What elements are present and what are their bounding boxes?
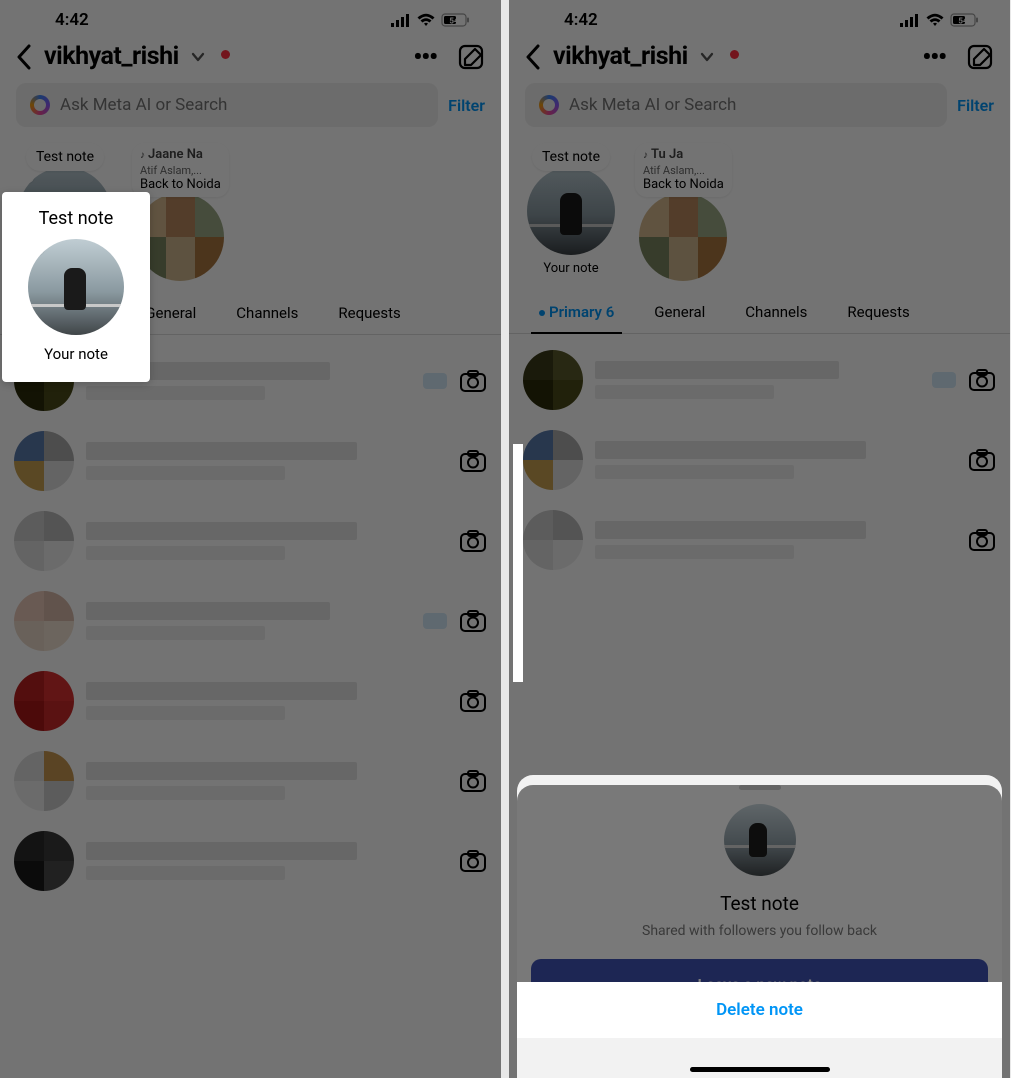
battery-icon: 54: [950, 13, 980, 27]
status-time: 4:42: [564, 10, 598, 30]
your-note-label: Your note: [543, 261, 598, 276]
delete-note-button[interactable]: Delete note: [517, 982, 1002, 1038]
your-note-bubble: Test note: [532, 143, 610, 171]
camera-icon[interactable]: [459, 609, 487, 633]
search-placeholder: Ask Meta AI or Search: [569, 95, 736, 115]
notes-row: Test note Your note ♪Tu Ja Atif Aslam,..…: [509, 139, 1010, 291]
chat-row[interactable]: [14, 501, 487, 581]
tab-requests[interactable]: Requests: [322, 294, 416, 334]
home-indicator[interactable]: [690, 1067, 830, 1072]
back-icon[interactable]: [525, 44, 541, 70]
signal-icon: [900, 13, 920, 27]
right-screen: 4:42 54 vikhyat_rishi ••• Ask Meta AI or…: [509, 0, 1010, 1078]
highlight-avatar: [28, 239, 124, 335]
sheet-grabber[interactable]: [739, 785, 781, 790]
search-row: Ask Meta AI or Search Filter: [0, 83, 501, 139]
back-icon[interactable]: [16, 44, 32, 70]
tab-primary[interactable]: Primary 6: [523, 293, 630, 333]
status-bar: 4:42 54: [0, 0, 501, 34]
notification-dot-icon: [221, 50, 230, 59]
wifi-icon: [417, 13, 435, 27]
camera-icon[interactable]: [459, 369, 487, 393]
highlight-bubble: Test note: [37, 206, 116, 231]
username-label[interactable]: vikhyat_rishi: [553, 42, 688, 71]
unread-badge: [423, 613, 447, 629]
friend-note-bubble: ♪Jaane Na Atif Aslam,... Back to Noida: [132, 143, 229, 197]
chat-row[interactable]: [14, 421, 487, 501]
username-label[interactable]: vikhyat_rishi: [44, 42, 179, 71]
camera-icon[interactable]: [968, 528, 996, 552]
chevron-down-icon[interactable]: [191, 52, 205, 62]
camera-icon[interactable]: [459, 529, 487, 553]
sheet-subtitle: Shared with followers you follow back: [517, 923, 1002, 939]
status-bar: 4:42 54: [509, 0, 1010, 34]
search-input[interactable]: Ask Meta AI or Search: [16, 83, 438, 127]
inbox-tabs: Primary 6 General Channels Requests: [509, 291, 1010, 334]
music-icon: ♪: [140, 150, 145, 161]
your-note-bubble: Test note: [26, 143, 104, 171]
left-edge-highlight: [513, 444, 523, 682]
wifi-icon: [926, 13, 944, 27]
status-time: 4:42: [55, 10, 89, 30]
tab-requests[interactable]: Requests: [831, 293, 925, 333]
meta-ai-icon: [30, 95, 50, 115]
notification-dot-icon: [730, 50, 739, 59]
chat-row[interactable]: [523, 420, 996, 500]
chat-row[interactable]: [14, 821, 487, 901]
camera-icon[interactable]: [459, 849, 487, 873]
search-input[interactable]: Ask Meta AI or Search: [525, 83, 947, 127]
chat-list[interactable]: [509, 334, 1010, 580]
camera-icon[interactable]: [968, 448, 996, 472]
inbox-header: vikhyat_rishi •••: [0, 34, 501, 83]
tab-channels[interactable]: Channels: [220, 294, 314, 334]
signal-icon: [391, 13, 411, 27]
left-screen: 4:42 54 vikhyat_rishi •••: [0, 0, 501, 1078]
add-note-dot-icon: [22, 171, 34, 183]
svg-text:54: 54: [449, 17, 459, 26]
camera-icon[interactable]: [459, 689, 487, 713]
compose-icon[interactable]: [966, 43, 994, 71]
chat-row[interactable]: [523, 340, 996, 420]
chat-row[interactable]: [523, 500, 996, 580]
inbox-header: vikhyat_rishi •••: [509, 34, 1010, 83]
compose-icon[interactable]: [457, 43, 485, 71]
filter-button[interactable]: Filter: [957, 96, 994, 115]
svg-text:54: 54: [958, 17, 968, 26]
chat-row[interactable]: [14, 581, 487, 661]
chat-row[interactable]: [14, 741, 487, 821]
more-icon[interactable]: •••: [403, 43, 447, 71]
search-placeholder: Ask Meta AI or Search: [60, 95, 227, 115]
chat-list[interactable]: [0, 335, 501, 901]
friend-note-item[interactable]: ♪Tu Ja Atif Aslam,... Back to Noida: [635, 143, 732, 281]
camera-icon[interactable]: [459, 769, 487, 793]
unread-badge: [423, 373, 447, 389]
sheet-note-title: Test note: [517, 892, 1002, 915]
more-icon[interactable]: •••: [912, 43, 956, 71]
your-note-highlight[interactable]: Test note Your note: [2, 192, 150, 382]
search-row: Ask Meta AI or Search Filter: [509, 83, 1010, 139]
meta-ai-icon: [539, 95, 559, 115]
camera-icon[interactable]: [459, 449, 487, 473]
tab-channels[interactable]: Channels: [729, 293, 823, 333]
highlight-label: Your note: [44, 345, 108, 363]
friend-note-bubble: ♪Tu Ja Atif Aslam,... Back to Noida: [635, 143, 732, 197]
battery-icon: 54: [441, 13, 471, 27]
your-note-item[interactable]: Test note Your note: [527, 143, 615, 281]
camera-icon[interactable]: [968, 368, 996, 392]
chevron-down-icon[interactable]: [700, 52, 714, 62]
sheet-avatar: [724, 804, 796, 876]
tab-general[interactable]: General: [638, 293, 721, 333]
music-icon: ♪: [643, 150, 648, 161]
chat-row[interactable]: [14, 661, 487, 741]
filter-button[interactable]: Filter: [448, 96, 485, 115]
